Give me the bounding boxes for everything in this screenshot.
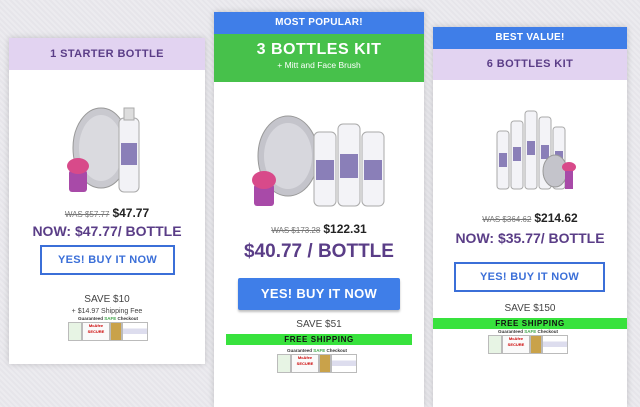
current-price: $214.62 [534,211,578,225]
credit-cards-icon [331,354,357,373]
lock-icon [319,354,331,373]
mcafee-secure-logo: McAfee SECURE [502,335,530,354]
secure-checkout-label: Guaranteed SAFE Checkout [77,316,139,321]
secure-checkout-label: Guaranteed SAFE Checkout [497,329,559,334]
was-price: WAS $364.62 [482,215,532,224]
offer-card-6-bottles: BEST VALUE! 6 BOTTLES KIT WAS $364.62 $21… [433,27,627,407]
savings-text: SAVE $150 [504,303,556,314]
product-image-mitt-bottle-brush [67,107,140,193]
per-bottle-price: NOW: $47.77/ BOTTLE [32,223,182,239]
shield-icon [277,354,291,373]
card-header: 3 BOTTLES KIT + Mitt and Face Brush [214,34,424,82]
current-price: $122.31 [323,222,367,236]
secure-checkout-label: Guaranteed SAFE Checkout [286,348,348,353]
credit-cards-icon [122,322,148,341]
savings-text: SAVE $10 [84,294,130,305]
secure-checkout-badge: Guaranteed SAFE Checkout McAfee SECURE [277,348,357,374]
card-subtitle: + Mitt and Face Brush [277,60,361,70]
free-shipping-banner: FREE SHIPPING [226,334,412,345]
savings-text: SAVE $51 [296,319,342,330]
free-shipping-banner: FREE SHIPPING [433,318,627,329]
was-price: WAS $173.28 [271,226,321,235]
shield-icon [68,322,82,341]
buy-now-button[interactable]: YES! BUY IT NOW [40,245,175,275]
current-price: $47.77 [112,206,150,220]
was-price: WAS $57.77 [64,210,110,219]
lock-icon [110,322,122,341]
offer-card-1-bottle: 1 STARTER BOTTLE WAS $57.77 $47.77 NOW: $… [9,38,205,364]
card-title: 3 BOTTLES KIT [256,41,382,58]
lock-icon [530,335,542,354]
buy-now-button[interactable]: YES! BUY IT NOW [238,278,400,310]
price-row: WAS $173.28 $122.31 [214,220,424,238]
credit-cards-icon [542,335,568,354]
card-title: 6 BOTTLES KIT [433,49,627,80]
secure-checkout-badge: Guaranteed SAFE Checkout McAfee SECURE [488,329,568,355]
product-image-kit [252,115,385,207]
product-image-6-bottles [496,110,576,190]
price-row: WAS $364.62 $214.62 [433,209,627,227]
offer-card-3-bottles: MOST POPULAR! 3 BOTTLES KIT + Mitt and F… [214,12,424,407]
shield-icon [488,335,502,354]
per-bottle-price: $40.77 / BOTTLE [244,241,394,262]
card-title: 1 STARTER BOTTLE [9,38,205,70]
mcafee-secure-logo: McAfee SECURE [82,322,110,341]
secure-checkout-badge: Guaranteed SAFE Checkout McAfee SECURE [68,316,148,342]
per-bottle-price: NOW: $35.77/ BOTTLE [455,230,605,246]
mcafee-secure-logo: McAfee SECURE [291,354,319,373]
shipping-fee-text: + $14.97 Shipping Fee [71,308,143,315]
most-popular-banner: MOST POPULAR! [214,12,424,34]
best-value-banner: BEST VALUE! [433,27,627,49]
buy-now-button[interactable]: YES! BUY IT NOW [454,262,605,292]
price-row: WAS $57.77 $47.77 [9,204,205,222]
